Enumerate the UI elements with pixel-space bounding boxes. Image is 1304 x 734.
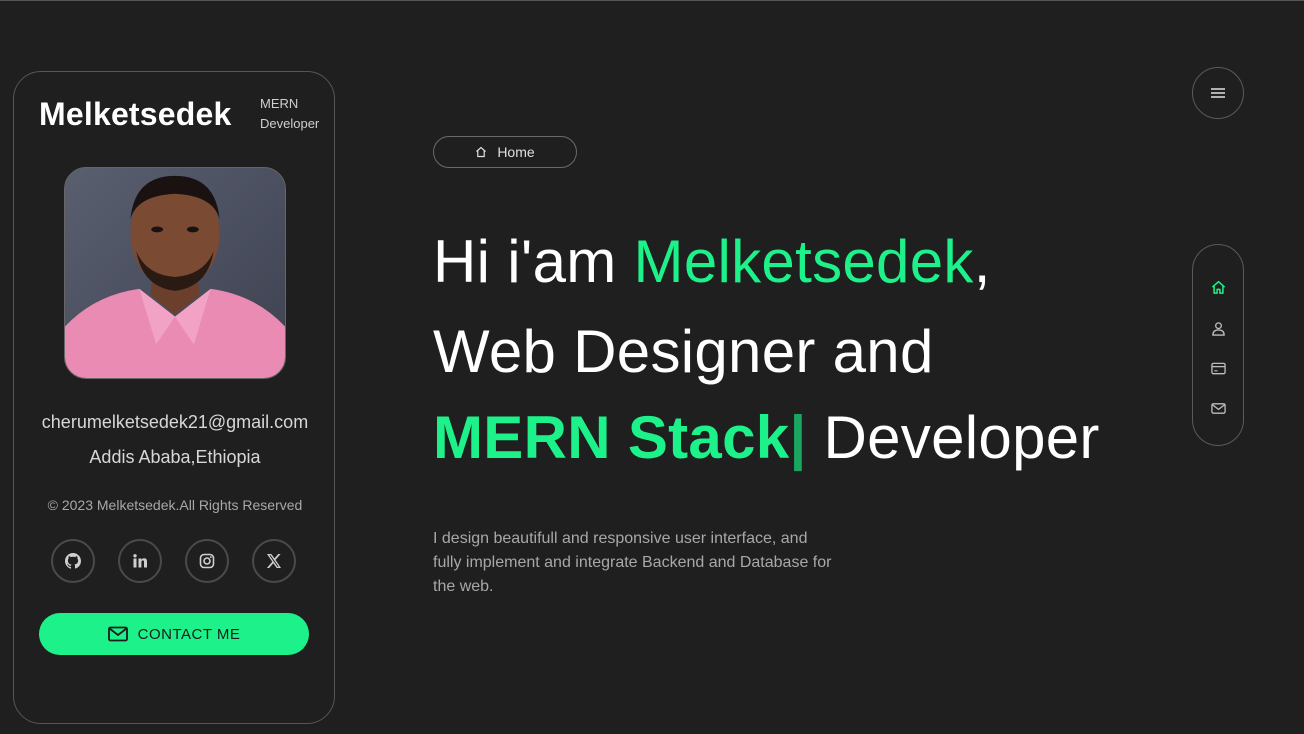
home-badge: Home [433,136,577,168]
contact-me-button[interactable]: CONTACT ME [39,613,309,655]
linkedin-link[interactable] [118,539,162,583]
hero-role: Developer [806,404,1100,471]
hero-line-1: Hi i'am Melketsedek, [433,227,991,296]
nav-contact[interactable] [1193,398,1243,418]
profile-card: Melketsedek MERN Developer cherumelketse… [13,71,335,724]
social-links [51,539,296,583]
nav-about[interactable] [1193,318,1243,338]
avatar [64,167,286,379]
menu-button[interactable] [1192,67,1244,119]
nav-home[interactable] [1193,277,1243,297]
typing-cursor: | [789,404,807,471]
contact-me-label: CONTACT ME [137,625,241,643]
hero-stack: MERN Stack [433,404,790,471]
avatar-portrait [65,168,285,378]
hero-line-3: MERN Stack| Developer [433,403,1100,472]
hamburger-icon [1211,88,1225,98]
copyright-text: © 2023 Melketsedek.All Rights Reserved [47,497,303,513]
hero-line-2: Web Designer and [433,318,934,385]
github-icon [65,553,81,569]
profile-role: MERN Developer [260,94,330,134]
user-icon [1211,321,1225,336]
mail-icon [1210,402,1226,414]
profile-email[interactable]: cherumelketsedek21@gmail.com [14,412,336,433]
hero-description: I design beautifull and responsive user … [433,530,832,595]
card-icon [1210,362,1226,374]
nav-portfolio[interactable] [1193,358,1243,378]
x-icon [266,554,281,568]
github-link[interactable] [51,539,95,583]
home-badge-label: Home [497,144,535,160]
instagram-link[interactable] [185,539,229,583]
hero-greeting: Hi i'am [433,228,634,295]
side-nav [1192,244,1244,446]
x-link[interactable] [252,539,296,583]
instagram-icon [199,553,215,569]
profile-name: Melketsedek [39,96,232,132]
home-icon [476,146,487,158]
linkedin-icon [133,554,147,568]
hero-name: Melketsedek [633,228,974,295]
profile-location: Addis Ababa,Ethiopia [89,447,261,467]
profile-role-line1: MERN [260,96,299,111]
home-icon [1211,280,1225,294]
hero-comma: , [973,228,991,295]
mail-icon [107,626,128,642]
profile-role-line2: Developer [260,116,320,131]
